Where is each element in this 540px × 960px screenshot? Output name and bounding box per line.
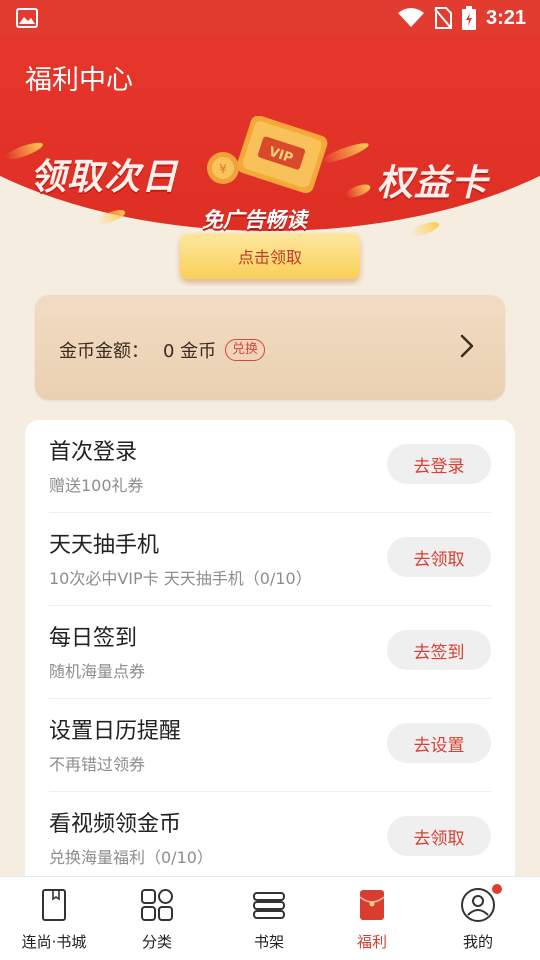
chevron-right-icon[interactable] [459, 333, 475, 359]
task-title: 首次登录 [49, 440, 138, 465]
nav-item-bookstore[interactable]: 连尚·书城 [0, 877, 108, 960]
book-icon [42, 889, 66, 921]
no-sim-icon [434, 7, 452, 29]
claim-button[interactable]: 点击领取 [180, 233, 360, 279]
task-subtitle: 兑换海量福利（0/10） [49, 848, 213, 867]
nav-label: 分类 [141, 933, 172, 951]
task-row-watch-video: 看视频领金币 兑换海量福利（0/10） 去领取 [49, 792, 491, 885]
svg-text:¥: ¥ [219, 162, 227, 176]
vip-card-illustration: VIP ¥ [207, 116, 328, 194]
gallery-notification-icon [16, 8, 38, 28]
coins-value: 0 金币 [163, 341, 217, 362]
red-envelope-icon [359, 890, 385, 920]
login-button[interactable]: 去登录 [387, 444, 491, 484]
nav-label: 我的 [462, 933, 493, 951]
bookshelf-icon [253, 892, 285, 919]
task-row-first-login: 首次登录 赠送100礼券 去登录 [49, 420, 491, 513]
clock: 3:21 [485, 6, 526, 29]
task-subtitle: 随机海量点券 [49, 662, 146, 681]
tasks-panel: 首次登录 赠送100礼券 去登录 天天抽手机 10次必中VIP卡 天天抽手机（0… [25, 420, 515, 890]
exchange-badge[interactable]: 兑换 [225, 339, 266, 361]
coins-card[interactable]: 金币金额： 0 金币 兑换 [35, 295, 505, 400]
task-row-daily-checkin: 每日签到 随机海量点券 去签到 [49, 606, 491, 699]
hero-banner: 福利中心 领取次日 权益卡 VIP ¥ 免广告畅读 点击领取 [0, 36, 540, 286]
nav-label: 福利 [356, 933, 387, 951]
wifi-icon [397, 8, 424, 27]
status-bar: 3:21 [0, 0, 540, 36]
task-subtitle: 不再错过领券 [49, 755, 146, 774]
nav-label: 连尚·书城 [21, 933, 87, 951]
nav-item-welfare[interactable]: 福利 [318, 877, 426, 960]
page-title: 福利中心 [25, 65, 133, 96]
set-reminder-button[interactable]: 去设置 [387, 723, 491, 763]
notification-dot [492, 884, 502, 894]
task-subtitle: 10次必中VIP卡 天天抽手机（0/10） [49, 569, 312, 588]
nav-item-bookshelf[interactable]: 书架 [215, 877, 323, 960]
banner-right-text: 权益卡 [377, 163, 489, 204]
user-icon [461, 888, 495, 922]
task-title: 看视频领金币 [49, 812, 182, 837]
banner-sub-text: 免广告畅读 [202, 208, 307, 232]
claim-phone-draw-button[interactable]: 去领取 [387, 537, 491, 577]
task-title: 设置日历提醒 [49, 719, 182, 744]
task-subtitle: 赠送100礼券 [49, 476, 144, 495]
banner-left-text: 领取次日 [30, 157, 179, 198]
claim-video-coins-button[interactable]: 去领取 [387, 816, 491, 856]
task-title: 天天抽手机 [49, 533, 160, 558]
battery-icon [461, 6, 476, 30]
nav-item-profile[interactable]: 我的 [424, 877, 532, 960]
nav-label: 书架 [253, 933, 284, 951]
task-row-daily-phone-draw: 天天抽手机 10次必中VIP卡 天天抽手机（0/10） 去领取 [49, 513, 491, 606]
grid-icon [141, 889, 173, 921]
task-title: 每日签到 [49, 626, 138, 651]
bottom-nav: 连尚·书城 分类 书架 福利 我的 [0, 876, 540, 960]
checkin-button[interactable]: 去签到 [387, 630, 491, 670]
task-row-calendar-reminder: 设置日历提醒 不再错过领券 去设置 [49, 699, 491, 792]
nav-item-category[interactable]: 分类 [103, 877, 211, 960]
coins-label: 金币金额： [59, 341, 149, 362]
